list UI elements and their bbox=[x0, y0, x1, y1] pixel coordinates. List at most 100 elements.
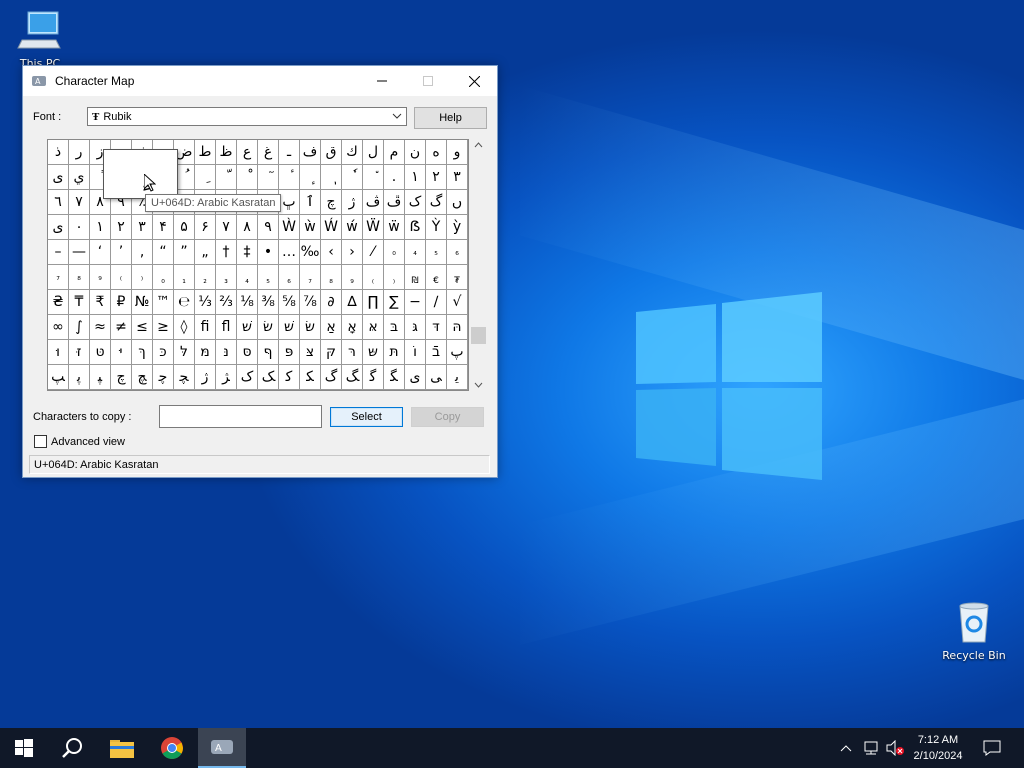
character-cell[interactable]: ₉ bbox=[342, 265, 363, 290]
character-cell[interactable]: ۲ bbox=[111, 215, 132, 240]
character-cell[interactable]: ” bbox=[174, 240, 195, 265]
character-cell[interactable]: ذ bbox=[48, 140, 69, 165]
character-cell[interactable]: אּ bbox=[363, 315, 384, 340]
character-cell[interactable]: ۴ bbox=[153, 215, 174, 240]
character-cell[interactable]: ﮓ bbox=[342, 365, 363, 390]
title-bar[interactable]: A Character Map bbox=[23, 66, 497, 96]
character-cell[interactable]: † bbox=[216, 240, 237, 265]
character-cell[interactable]: ẅ bbox=[384, 215, 405, 240]
character-cell[interactable]: ۶ bbox=[195, 215, 216, 240]
character-cell[interactable]: שּׂ bbox=[300, 315, 321, 340]
network-button[interactable] bbox=[860, 728, 882, 768]
character-cell[interactable]: ر bbox=[69, 140, 90, 165]
character-cell[interactable]: ₎ bbox=[384, 265, 405, 290]
character-cell[interactable]: גּ bbox=[405, 315, 426, 340]
character-cell[interactable]: ⁷ bbox=[48, 265, 69, 290]
character-cell[interactable]: תּ bbox=[384, 340, 405, 365]
character-cell[interactable]: יּ bbox=[111, 340, 132, 365]
character-cell[interactable]: ₂ bbox=[195, 265, 216, 290]
character-cell[interactable]: … bbox=[279, 240, 300, 265]
character-cell[interactable]: ﮎ bbox=[237, 365, 258, 390]
characters-to-copy-input[interactable] bbox=[159, 405, 322, 428]
character-cell[interactable]: ڤ bbox=[363, 190, 384, 215]
character-cell[interactable]: ≥ bbox=[153, 315, 174, 340]
character-cell[interactable]: ﭺ bbox=[111, 365, 132, 390]
font-dropdown[interactable]: Ŧ Rubik bbox=[87, 107, 407, 126]
search-button[interactable] bbox=[48, 728, 96, 768]
character-cell[interactable]: ﮒ bbox=[321, 365, 342, 390]
character-cell[interactable]: ﭻ bbox=[132, 365, 153, 390]
volume-button[interactable] bbox=[884, 728, 906, 768]
character-cell[interactable]: ٢ bbox=[426, 165, 447, 190]
character-cell[interactable]: غ bbox=[258, 140, 279, 165]
character-cell[interactable]: ’ bbox=[111, 240, 132, 265]
character-cell[interactable]: ٧ bbox=[69, 190, 90, 215]
character-cell[interactable]: ™ bbox=[153, 290, 174, 315]
character-cell[interactable]: ∏ bbox=[363, 290, 384, 315]
character-cell[interactable]: ٓ bbox=[258, 165, 279, 190]
character-cell[interactable]: ﬂ bbox=[216, 315, 237, 340]
character-cell[interactable]: ٘ bbox=[363, 165, 384, 190]
character-cell[interactable]: מּ bbox=[195, 340, 216, 365]
character-cell[interactable]: ﭽ bbox=[174, 365, 195, 390]
character-cell[interactable]: ع bbox=[237, 140, 258, 165]
help-button[interactable]: Help bbox=[414, 107, 487, 129]
character-cell[interactable]: € bbox=[426, 265, 447, 290]
desktop-icon-this-pc[interactable]: This PC bbox=[4, 8, 76, 70]
character-cell[interactable]: ẃ bbox=[342, 215, 363, 240]
character-cell[interactable]: ١ bbox=[405, 165, 426, 190]
character-cell[interactable]: וּ bbox=[48, 340, 69, 365]
character-cell[interactable]: ک bbox=[405, 190, 426, 215]
character-cell[interactable]: ﭘ bbox=[69, 365, 90, 390]
character-cell[interactable]: ⅛ bbox=[237, 290, 258, 315]
character-cell[interactable]: ٣ bbox=[447, 165, 468, 190]
character-cell[interactable]: ط bbox=[195, 140, 216, 165]
character-cell[interactable]: ۳ bbox=[132, 215, 153, 240]
character-cell[interactable]: אָ bbox=[342, 315, 363, 340]
character-cell[interactable]: קּ bbox=[321, 340, 342, 365]
character-cell[interactable]: „ bbox=[195, 240, 216, 265]
character-cell[interactable]: ْ bbox=[237, 165, 258, 190]
character-cell[interactable]: ه bbox=[426, 140, 447, 165]
character-cell[interactable]: ﯼ bbox=[405, 365, 426, 390]
character-cell[interactable]: ⁽ bbox=[111, 265, 132, 290]
character-cell[interactable]: ⅔ bbox=[216, 290, 237, 315]
character-cell[interactable]: זּ bbox=[69, 340, 90, 365]
character-cell[interactable]: ₹ bbox=[90, 290, 111, 315]
grid-scrollbar[interactable] bbox=[470, 139, 487, 391]
character-cell[interactable]: ₸ bbox=[69, 290, 90, 315]
character-cell[interactable]: ِ bbox=[195, 165, 216, 190]
character-cell[interactable]: ⁄ bbox=[363, 240, 384, 265]
character-cell[interactable]: ﮔ bbox=[363, 365, 384, 390]
character-cell[interactable]: ﭗ bbox=[48, 365, 69, 390]
character-cell[interactable]: ‹ bbox=[321, 240, 342, 265]
character-cell[interactable]: ۰ bbox=[69, 215, 90, 240]
character-cell[interactable]: ẁ bbox=[300, 215, 321, 240]
chrome-button[interactable] bbox=[148, 728, 196, 768]
character-cell[interactable]: ڦ bbox=[384, 190, 405, 215]
character-cell[interactable]: گ bbox=[426, 190, 447, 215]
character-cell[interactable]: שּׁ bbox=[279, 315, 300, 340]
character-cell[interactable]: ﮏ bbox=[258, 365, 279, 390]
character-cell[interactable]: ‰ bbox=[300, 240, 321, 265]
character-cell[interactable]: ﬁ bbox=[195, 315, 216, 340]
character-cell[interactable]: ۵ bbox=[174, 215, 195, 240]
character-cell[interactable]: ظ bbox=[216, 140, 237, 165]
character-cell[interactable]: ⁾ bbox=[132, 265, 153, 290]
character-cell[interactable]: נּ bbox=[216, 340, 237, 365]
maximize-button[interactable] bbox=[405, 66, 451, 96]
character-cell[interactable]: ₍ bbox=[363, 265, 384, 290]
character-cell[interactable]: › bbox=[342, 240, 363, 265]
character-cell[interactable]: — bbox=[69, 240, 90, 265]
character-cell[interactable]: م bbox=[384, 140, 405, 165]
character-cell[interactable]: ى bbox=[48, 165, 69, 190]
character-cell[interactable]: Ẃ bbox=[321, 215, 342, 240]
character-cell[interactable]: ≈ bbox=[90, 315, 111, 340]
character-cell[interactable]: ن bbox=[405, 140, 426, 165]
character-cell[interactable]: ₆ bbox=[279, 265, 300, 290]
character-cell[interactable]: ₁ bbox=[174, 265, 195, 290]
character-cell[interactable]: Ỳ bbox=[426, 215, 447, 240]
start-button[interactable] bbox=[0, 728, 48, 768]
character-cell[interactable]: ⁸ bbox=[69, 265, 90, 290]
character-cell[interactable]: ₃ bbox=[216, 265, 237, 290]
